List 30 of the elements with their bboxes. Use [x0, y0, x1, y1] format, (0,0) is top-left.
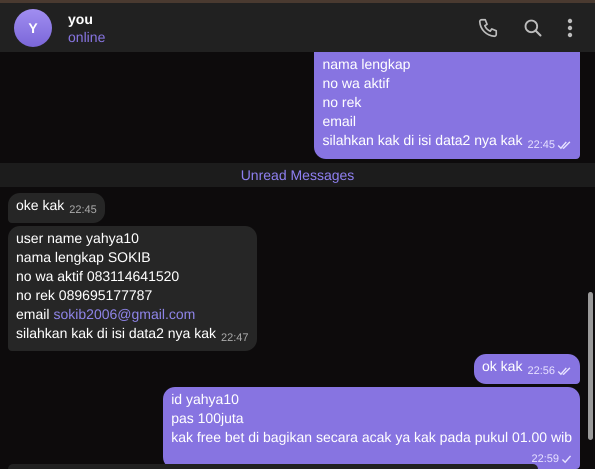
message-time: 22:45 [527, 138, 555, 153]
message-text: nama lengkap SOKIB [16, 249, 151, 265]
unread-messages-bar: Unread Messages [0, 163, 595, 187]
search-icon[interactable] [523, 18, 543, 38]
message-text: silahkan kak di isi data2 nya kak [16, 325, 216, 341]
message-text: ok kak [482, 358, 522, 374]
contact-name: you [68, 10, 94, 26]
message-text: user name yahya10 [16, 230, 139, 246]
message-text: silahkan kak di isi data2 nya kak [322, 132, 522, 148]
message-text: oke kak [16, 197, 64, 213]
message-text: no wa aktif [322, 75, 390, 91]
message-time: 22:45 [69, 203, 97, 218]
message-text: no rek [322, 94, 362, 110]
more-menu-icon[interactable] [567, 18, 573, 38]
email-link[interactable]: sokib2006@gmail.com [53, 306, 196, 322]
contact-status: online [68, 28, 106, 44]
message-text: nama lengkap [322, 56, 410, 72]
message-text: pas 100juta [171, 410, 244, 426]
scrollbar[interactable] [588, 292, 593, 440]
message-time: 22:47 [221, 331, 249, 346]
message-time: 22:56 [527, 364, 555, 379]
message-text: kak free bet di bagikan secara acak ya kak pada pukul 01.00 wib [171, 429, 572, 445]
message-text: email [322, 113, 356, 129]
avatar[interactable]: Y [14, 8, 52, 46]
phone-icon[interactable] [477, 16, 499, 38]
message-text: no wa aktif 083114641520 [16, 268, 180, 284]
message-text: email [16, 306, 50, 322]
message-text: id yahya10 [171, 391, 239, 407]
message-time: 22:59 [531, 452, 559, 466]
message-text: no rek 089695177787 [16, 287, 152, 303]
